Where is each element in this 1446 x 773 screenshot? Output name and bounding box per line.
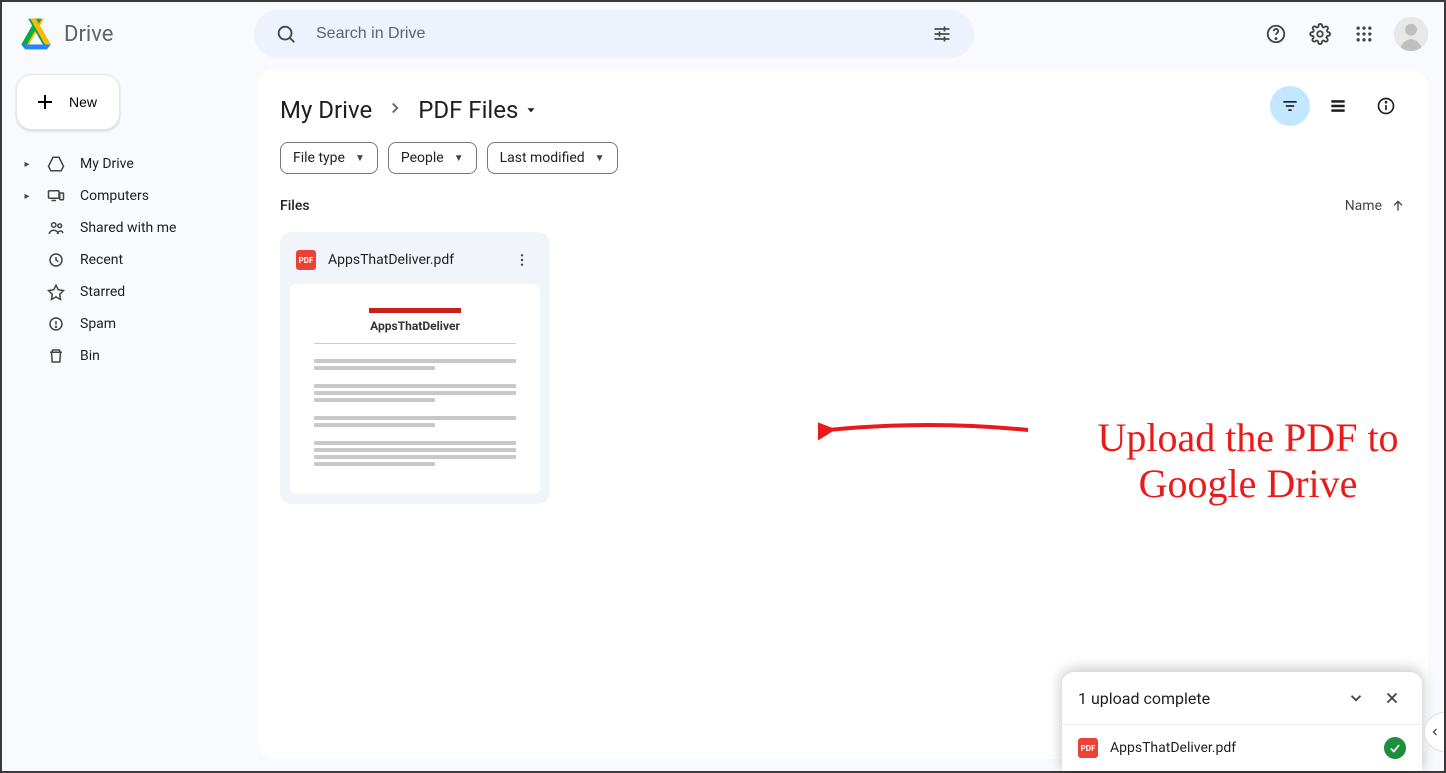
toast-close-icon[interactable] [1378,684,1406,712]
toast-item[interactable]: PDF AppsThatDeliver.pdf [1062,724,1422,771]
file-card[interactable]: PDF AppsThatDeliver.pdf AppsThatDeliver [280,232,550,504]
filter-toggle-icon[interactable] [1270,86,1310,126]
sidebar-item-label: Computers [80,188,149,204]
file-name: AppsThatDeliver.pdf [328,252,496,268]
sidebar-item-label: Recent [80,252,123,268]
sidebar: New ▸ My Drive ▸ Computers Shared with m… [2,66,258,771]
drive-logo-area[interactable]: Drive [16,14,246,54]
sidebar-item-my-drive[interactable]: ▸ My Drive [16,148,242,180]
sidebar-item-label: My Drive [80,156,134,172]
new-button[interactable]: New [16,74,120,130]
filter-label: Last modified [500,150,585,166]
header-actions [1256,14,1428,54]
thumb-title: AppsThatDeliver [370,319,460,333]
drive-icon [46,155,66,173]
files-grid: PDF AppsThatDeliver.pdf AppsThatDeliver [280,232,1406,504]
filter-label: People [401,150,444,166]
breadcrumb-current-label: PDF Files [418,96,518,124]
trash-icon [46,347,66,365]
filter-last-modified[interactable]: Last modified ▼ [487,142,618,174]
app-header: Drive [2,2,1444,66]
breadcrumb-current[interactable]: PDF Files [418,96,538,124]
search-input[interactable] [316,25,912,43]
help-icon[interactable] [1256,14,1296,54]
toast-title: 1 upload complete [1078,689,1210,708]
upload-toast: 1 upload complete PDF AppsThatDeliver.pd… [1062,672,1422,771]
view-toolbar [1270,86,1406,126]
chevron-down-icon [524,103,538,117]
info-icon[interactable] [1366,86,1406,126]
chevron-down-icon: ▼ [454,153,464,164]
arrow-up-icon [1390,198,1406,214]
pdf-icon: PDF [1078,738,1098,758]
file-thumbnail: AppsThatDeliver [290,284,540,494]
breadcrumb: My Drive PDF Files [280,86,1406,134]
chevron-down-icon: ▼ [355,153,365,164]
sort-label: Name [1345,198,1382,214]
toast-collapse-icon[interactable] [1342,684,1370,712]
search-bar[interactable] [254,10,974,58]
star-icon [46,283,66,301]
sidebar-item-shared[interactable]: Shared with me [16,212,242,244]
filter-row: File type ▼ People ▼ Last modified ▼ [280,142,1406,174]
settings-icon[interactable] [1300,14,1340,54]
section-label: Files [280,198,310,214]
sidebar-item-starred[interactable]: Starred [16,276,242,308]
apps-icon[interactable] [1344,14,1384,54]
filter-file-type[interactable]: File type ▼ [280,142,378,174]
sidebar-item-bin[interactable]: Bin [16,340,242,372]
chevron-right-icon [386,99,404,121]
sidebar-item-computers[interactable]: ▸ Computers [16,180,242,212]
new-button-label: New [69,94,97,110]
pdf-icon: PDF [296,250,316,270]
breadcrumb-root[interactable]: My Drive [280,96,372,124]
filter-label: File type [293,150,345,166]
sidebar-item-recent[interactable]: Recent [16,244,242,276]
sidebar-item-label: Shared with me [80,220,176,236]
search-icon[interactable] [266,14,306,54]
spam-icon [46,315,66,333]
check-icon [1384,737,1406,759]
product-name: Drive [64,22,113,47]
drive-logo-icon [16,14,56,54]
main-panel: My Drive PDF Files File type ▼ [258,70,1428,759]
chevron-down-icon: ▼ [595,153,605,164]
list-view-icon[interactable] [1318,86,1358,126]
sort-control[interactable]: Name [1345,198,1406,214]
toast-item-name: AppsThatDeliver.pdf [1110,740,1236,756]
search-options-icon[interactable] [922,14,962,54]
account-avatar[interactable] [1394,17,1428,51]
more-actions-icon[interactable] [508,246,536,274]
caret-icon: ▸ [22,159,32,170]
sidebar-item-label: Bin [80,348,100,364]
sidebar-item-label: Starred [80,284,125,300]
sidebar-item-label: Spam [80,316,116,332]
people-icon [46,219,66,237]
devices-icon [46,187,66,205]
sidebar-item-spam[interactable]: Spam [16,308,242,340]
caret-icon: ▸ [22,191,32,202]
clock-icon [46,251,66,269]
filter-people[interactable]: People ▼ [388,142,477,174]
